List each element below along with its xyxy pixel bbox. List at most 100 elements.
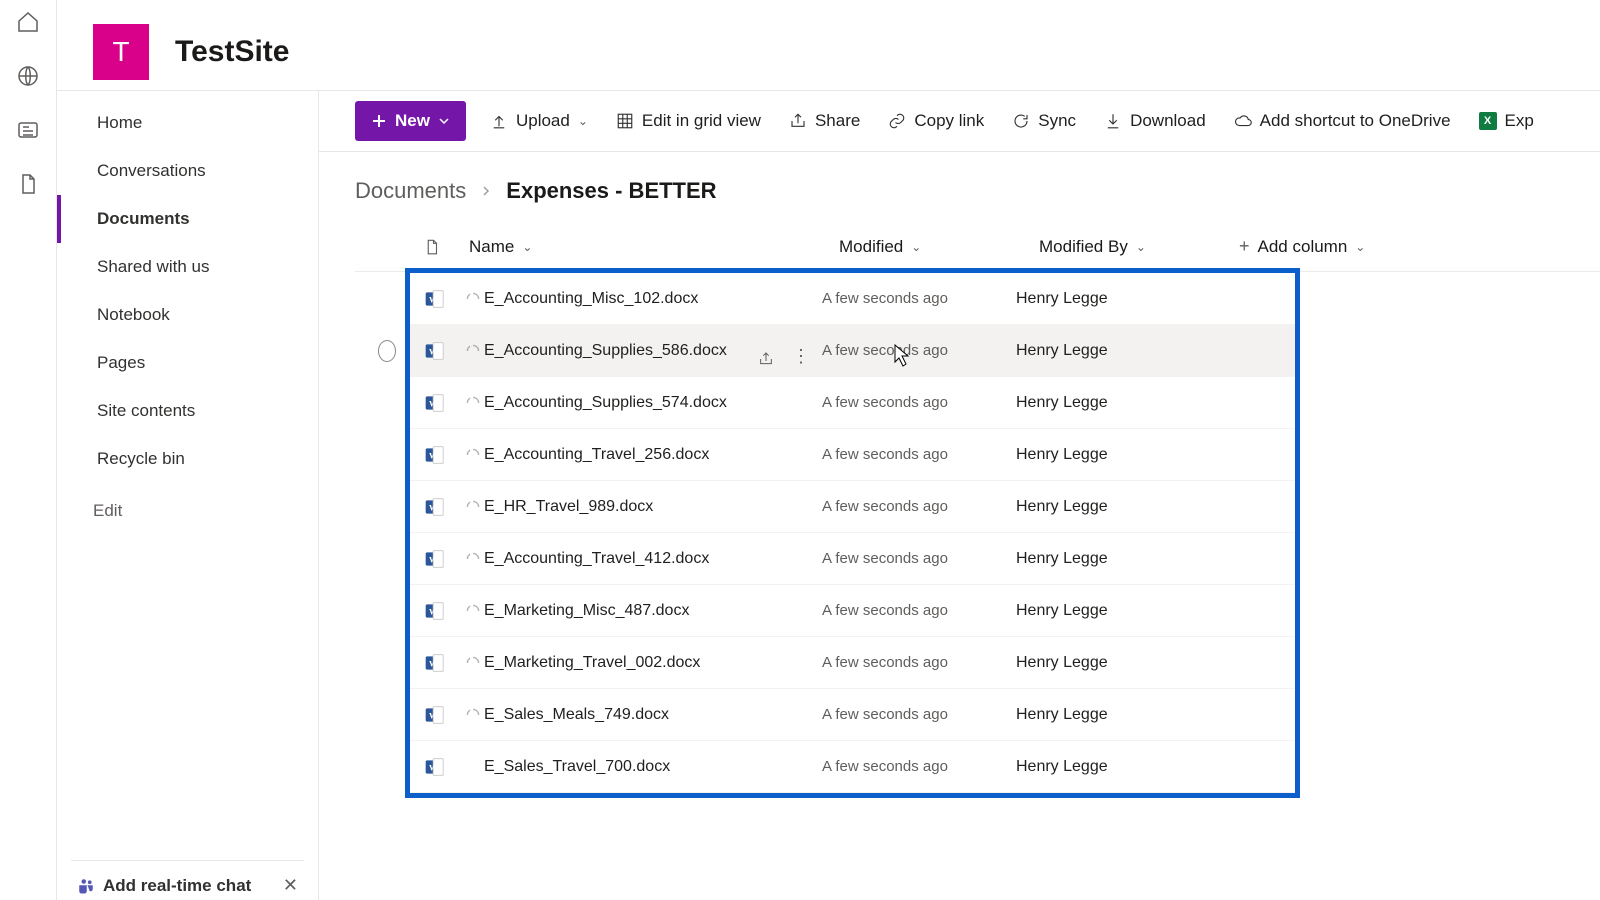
svg-text:W: W xyxy=(429,451,438,460)
new-button[interactable]: New xyxy=(355,101,466,141)
globe-icon[interactable] xyxy=(16,64,40,88)
onedrive-shortcut-icon xyxy=(1234,112,1252,130)
teams-icon xyxy=(77,877,95,895)
file-modified-by[interactable]: Henry Legge xyxy=(1016,290,1196,308)
close-icon[interactable]: ✕ xyxy=(283,875,298,896)
grid-icon xyxy=(616,112,634,130)
file-modified-by[interactable]: Henry Legge xyxy=(1016,602,1196,620)
nav-item-home[interactable]: Home xyxy=(57,99,318,147)
file-row[interactable]: W E_Accounting_Supplies_574.docxA few sec… xyxy=(410,377,1295,429)
column-type-icon[interactable] xyxy=(423,238,469,256)
add-column-button[interactable]: +Add column⌄ xyxy=(1239,236,1600,257)
app-rail xyxy=(0,0,57,900)
nav-item-notebook[interactable]: Notebook xyxy=(57,291,318,339)
word-doc-icon: W xyxy=(424,705,466,725)
file-icon[interactable] xyxy=(16,172,40,196)
row-select-circle[interactable] xyxy=(378,340,396,362)
site-logo[interactable]: T xyxy=(93,24,149,80)
share-button[interactable]: Share xyxy=(785,105,864,137)
site-header: T TestSite xyxy=(57,0,1600,90)
file-row[interactable]: WE_Accounting_Supplies_586.docx⋮A few se… xyxy=(410,325,1295,377)
download-icon xyxy=(1104,112,1122,130)
left-navigation: HomeConversationsDocumentsShared with us… xyxy=(57,91,319,900)
share-icon xyxy=(789,112,807,130)
file-modified: A few seconds ago xyxy=(822,706,1016,723)
excel-icon: X xyxy=(1479,112,1497,130)
file-row[interactable]: WE_Accounting_Travel_256.docxA few secon… xyxy=(410,429,1295,481)
edit-grid-button[interactable]: Edit in grid view xyxy=(612,105,765,137)
file-name[interactable]: E_Accounting_Supplies_574.docx xyxy=(466,394,818,412)
share-row-icon[interactable] xyxy=(758,351,774,367)
svg-text:W: W xyxy=(429,659,438,668)
word-doc-icon: W xyxy=(424,289,466,309)
nav-item-pages[interactable]: Pages xyxy=(57,339,318,387)
file-modified-by[interactable]: Henry Legge xyxy=(1016,758,1196,776)
chevron-right-icon xyxy=(480,185,492,197)
file-row[interactable]: WE_Sales_Meals_749.docxA few seconds ago… xyxy=(410,689,1295,741)
add-chat-title[interactable]: Add real-time chat xyxy=(77,876,251,896)
svg-text:W: W xyxy=(429,295,438,304)
download-button[interactable]: Download xyxy=(1100,105,1210,137)
file-modified-by[interactable]: Henry Legge xyxy=(1016,498,1196,516)
file-modified: A few seconds ago xyxy=(822,394,1016,411)
file-modified-by[interactable]: Henry Legge xyxy=(1016,394,1196,412)
nav-edit-link[interactable]: Edit xyxy=(57,487,318,535)
annotation-highlight-box: WE_Accounting_Misc_102.docxA few seconds… xyxy=(405,268,1300,798)
word-doc-icon: W xyxy=(424,757,466,777)
sync-icon xyxy=(1012,112,1030,130)
file-name[interactable]: E_Marketing_Travel_002.docx xyxy=(466,654,818,672)
upload-button[interactable]: Upload⌄ xyxy=(486,105,592,137)
file-row[interactable]: WE_Marketing_Travel_002.docxA few second… xyxy=(410,637,1295,689)
home-icon[interactable] xyxy=(16,10,40,34)
file-modified-by[interactable]: Henry Legge xyxy=(1016,550,1196,568)
copy-link-button[interactable]: Copy link xyxy=(884,105,988,137)
word-doc-icon: W xyxy=(424,549,466,569)
file-modified-by[interactable]: Henry Legge xyxy=(1016,342,1196,360)
add-shortcut-button[interactable]: Add shortcut to OneDrive xyxy=(1230,105,1455,137)
nav-item-site-contents[interactable]: Site contents xyxy=(57,387,318,435)
svg-text:W: W xyxy=(429,763,438,772)
export-excel-button[interactable]: X Exp xyxy=(1475,105,1538,137)
file-name[interactable]: E_Sales_Meals_749.docx xyxy=(466,706,818,724)
file-modified-by[interactable]: Henry Legge xyxy=(1016,706,1196,724)
breadcrumb: Documents Expenses - BETTER xyxy=(319,152,1600,222)
file-row[interactable]: W E_Accounting_Travel_412.docxA few secon… xyxy=(410,533,1295,585)
file-row[interactable]: WE_Sales_Travel_700.docxA few seconds ag… xyxy=(410,741,1295,793)
site-title[interactable]: TestSite xyxy=(175,35,289,69)
column-header-modified[interactable]: Modified⌄ xyxy=(839,237,1039,257)
svg-text:W: W xyxy=(429,347,438,356)
command-bar: New Upload⌄ Edit in grid view Share xyxy=(319,91,1600,152)
file-row[interactable]: W E_HR_Travel_989.docxA few seconds agoHe… xyxy=(410,481,1295,533)
nav-item-conversations[interactable]: Conversations xyxy=(57,147,318,195)
nav-item-recycle-bin[interactable]: Recycle bin xyxy=(57,435,318,483)
file-row[interactable]: WE_Marketing_Misc_487.docxA few seconds … xyxy=(410,585,1295,637)
svg-text:W: W xyxy=(429,555,438,564)
file-name[interactable]: E_Accounting_Misc_102.docx xyxy=(466,290,818,308)
file-name[interactable]: E_Accounting_Travel_256.docx xyxy=(466,446,818,464)
file-modified-by[interactable]: Henry Legge xyxy=(1016,446,1196,464)
nav-item-shared-with-us[interactable]: Shared with us xyxy=(57,243,318,291)
sync-button[interactable]: Sync xyxy=(1008,105,1080,137)
file-name[interactable]: E_Marketing_Misc_487.docx xyxy=(466,602,818,620)
more-actions-icon[interactable]: ⋮ xyxy=(792,351,810,367)
file-name[interactable]: E_Accounting_Travel_412.docx xyxy=(466,550,818,568)
link-icon xyxy=(888,112,906,130)
column-header-name[interactable]: Name⌄ xyxy=(469,237,839,257)
file-name[interactable]: E_Sales_Travel_700.docx xyxy=(466,758,818,776)
file-name[interactable]: E_HR_Travel_989.docx xyxy=(466,498,818,516)
file-modified: A few seconds ago xyxy=(822,498,1016,515)
upload-icon xyxy=(490,112,508,130)
news-icon[interactable] xyxy=(16,118,40,142)
file-modified: A few seconds ago xyxy=(822,602,1016,619)
svg-text:W: W xyxy=(429,399,438,408)
nav-item-documents[interactable]: Documents xyxy=(57,195,318,243)
breadcrumb-current: Expenses - BETTER xyxy=(506,178,716,204)
file-row[interactable]: W E_Accounting_Misc_102.docxA few seconds… xyxy=(410,273,1295,325)
column-header-modified-by[interactable]: Modified By⌄ xyxy=(1039,237,1239,257)
add-chat-callout: Add real-time chat ✕ xyxy=(71,860,304,900)
file-modified-by[interactable]: Henry Legge xyxy=(1016,654,1196,672)
file-modified: A few seconds ago xyxy=(822,290,1016,307)
svg-text:W: W xyxy=(429,503,438,512)
breadcrumb-root[interactable]: Documents xyxy=(355,178,466,204)
file-modified: A few seconds ago xyxy=(822,550,1016,567)
